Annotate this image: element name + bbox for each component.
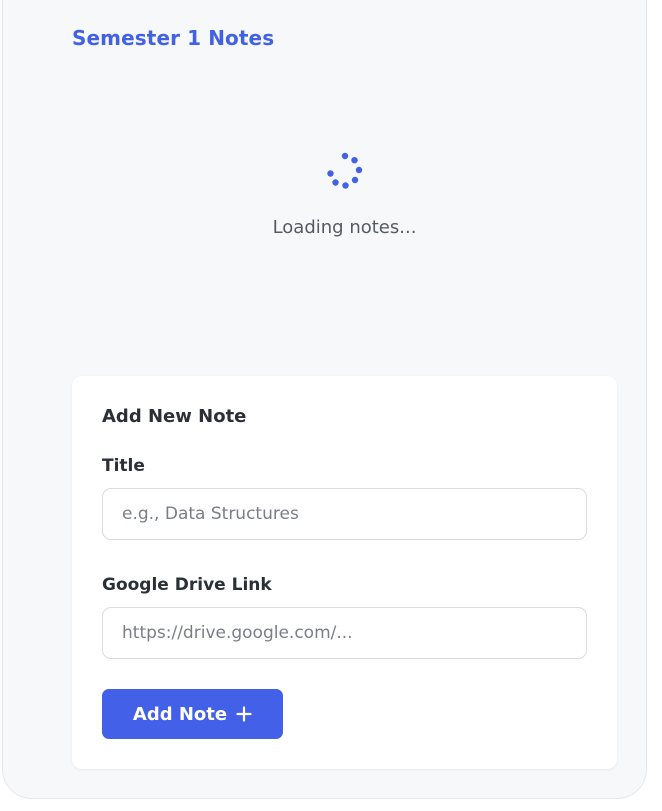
- loading-spinner-icon: [327, 152, 363, 189]
- title-label: Title: [102, 456, 145, 476]
- plus-icon: [236, 706, 252, 722]
- google-drive-link-label: Google Drive Link: [102, 575, 272, 595]
- loading-text: Loading notes...: [272, 217, 417, 238]
- add-note-button-label: Add Note: [132, 703, 228, 725]
- page-title: Semester 1 Notes: [72, 26, 275, 50]
- title-input[interactable]: [102, 488, 587, 540]
- add-note-card: Add New Note Title Google Drive Link Add…: [72, 376, 617, 769]
- add-note-heading: Add New Note: [102, 406, 247, 427]
- loading-indicator: Loading notes...: [72, 140, 617, 260]
- add-note-button[interactable]: Add Note: [102, 689, 283, 739]
- google-drive-link-input[interactable]: [102, 607, 587, 659]
